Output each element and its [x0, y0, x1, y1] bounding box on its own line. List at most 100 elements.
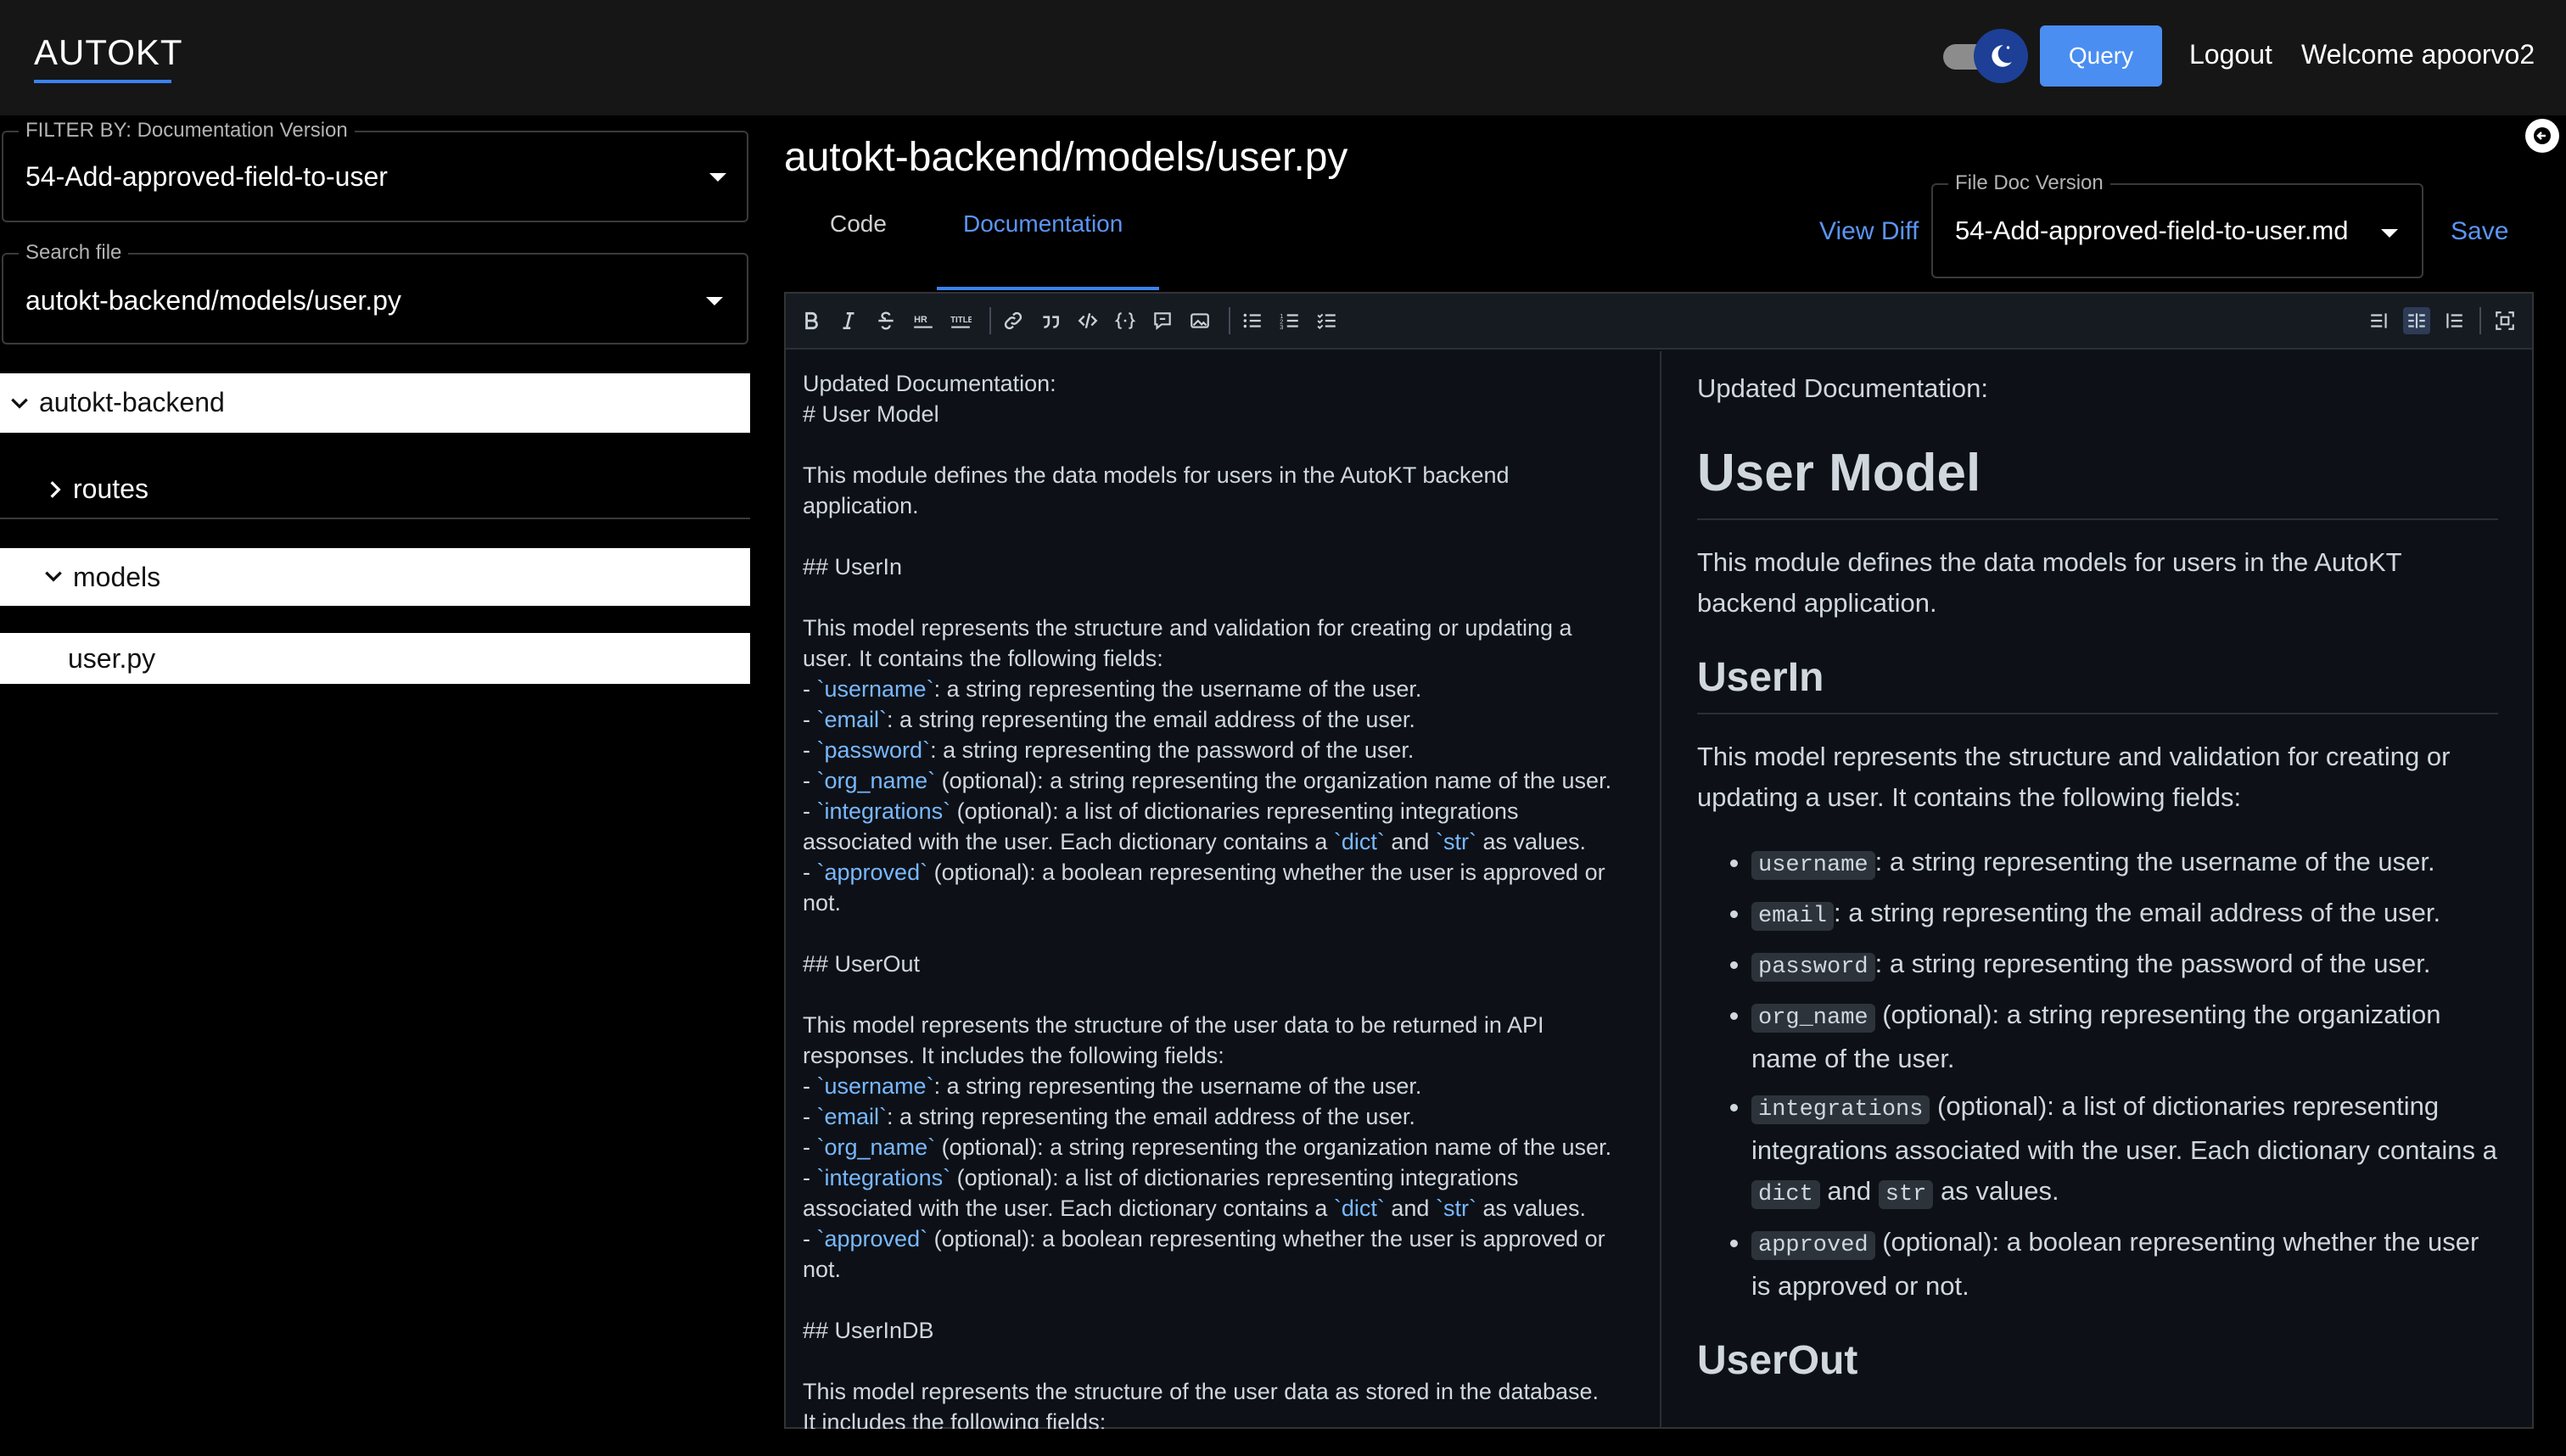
file-doc-version-label: File Doc Version — [1948, 171, 2110, 195]
source-line: # User Model — [803, 401, 939, 427]
tree-item-user-py[interactable]: user.py — [0, 633, 750, 684]
source-line: ## UserIn — [803, 554, 903, 580]
source-line: not. — [803, 1257, 842, 1282]
source-line: - `email`: a string representing the ema… — [803, 707, 1415, 732]
welcome-text: Welcome apoorvo2 — [2301, 39, 2535, 70]
search-file-select[interactable]: Search file autokt-backend/models/user.p… — [2, 241, 748, 344]
italic-icon[interactable] — [835, 307, 862, 334]
source-line: application. — [803, 493, 919, 518]
toolbar-divider — [2479, 307, 2481, 334]
source-line: responses. It includes the following fie… — [803, 1043, 1224, 1068]
source-line: - `integrations` (optional): a list of d… — [803, 798, 1519, 824]
active-tab-indicator — [937, 287, 1159, 290]
tree-label: models — [73, 562, 161, 592]
preview-paragraph: This module defines the data models for … — [1697, 547, 2402, 618]
markdown-editor: HR TITLE 123 Updated Documentation: # Us… — [784, 292, 2534, 1429]
ordered-list-icon[interactable]: 123 — [1276, 307, 1303, 334]
logout-link[interactable]: Logout — [2189, 39, 2272, 70]
source-line: associated with the user. Each dictionar… — [803, 829, 1587, 854]
list-item: email: a string representing the email a… — [1751, 893, 2498, 937]
code-icon[interactable] — [1074, 307, 1101, 334]
svg-text:TITLE: TITLE — [950, 316, 972, 325]
markdown-preview-pane: Updated Documentation: User Model This m… — [1663, 351, 2532, 1429]
documentation-version-value: 54-Add-approved-field-to-user — [25, 161, 388, 192]
view-diff-button[interactable]: View Diff — [1819, 217, 1919, 246]
source-line: - `org_name` (optional): a string repres… — [803, 1134, 1612, 1160]
source-line: ## UserInDB — [803, 1318, 934, 1343]
top-app-bar: AUTOKT Query Logout Welcome apoorvo2 — [0, 0, 2566, 115]
checklist-icon[interactable] — [1314, 307, 1341, 334]
caret-down-icon — [706, 297, 723, 305]
source-line: - `email`: a string representing the ema… — [803, 1104, 1415, 1129]
chevron-down-icon — [11, 398, 28, 409]
code-block-icon[interactable] — [1112, 307, 1139, 334]
unordered-list-icon[interactable] — [1239, 307, 1266, 334]
title-icon[interactable]: TITLE — [947, 307, 974, 334]
bold-icon[interactable] — [798, 307, 825, 334]
source-line: - `password`: a string representing the … — [803, 737, 1415, 763]
caret-down-icon — [709, 173, 726, 182]
source-line: ## UserOut — [803, 951, 921, 977]
source-line: - `approved` (optional): a boolean repre… — [803, 860, 1605, 885]
toolbar-divider — [989, 307, 991, 334]
tree-label: autokt-backend — [39, 387, 225, 417]
save-button[interactable]: Save — [2451, 217, 2508, 246]
list-item: org_name (optional): a string representi… — [1751, 994, 2498, 1079]
fullscreen-icon[interactable] — [2491, 307, 2518, 334]
source-line: - `username`: a string representing the … — [803, 1073, 1422, 1099]
live-preview-icon[interactable] — [2403, 307, 2430, 334]
search-file-label: Search file — [19, 241, 129, 265]
quote-icon[interactable] — [1037, 307, 1064, 334]
source-line: associated with the user. Each dictionar… — [803, 1196, 1587, 1221]
collapse-button[interactable] — [2525, 119, 2559, 153]
svg-text:3: 3 — [1280, 323, 1283, 331]
caret-down-icon — [2381, 229, 2398, 238]
markdown-source-pane[interactable]: Updated Documentation: # User Model This… — [786, 351, 1661, 1429]
source-line: - `approved` (optional): a boolean repre… — [803, 1226, 1605, 1252]
file-title: autokt-backend/models/user.py — [784, 135, 1348, 180]
source-line: - `org_name` (optional): a string repres… — [803, 768, 1612, 793]
link-icon[interactable] — [1000, 307, 1027, 334]
tree-item-autokt-backend[interactable]: autokt-backend — [0, 373, 750, 433]
chevron-right-icon — [50, 481, 61, 498]
edit-only-icon[interactable] — [2366, 307, 2393, 334]
source-line: Updated Documentation: — [803, 371, 1056, 396]
brand-logo[interactable]: AUTOKT — [34, 32, 183, 73]
preview-intro: Updated Documentation: — [1697, 373, 1988, 403]
comment-icon[interactable] — [1149, 307, 1176, 334]
search-file-value: autokt-backend/models/user.py — [25, 285, 401, 316]
documentation-version-label: FILTER BY: Documentation Version — [19, 119, 355, 143]
svg-text:HR: HR — [914, 315, 927, 325]
brand-underline — [34, 80, 171, 83]
tab-documentation[interactable]: Documentation — [963, 210, 1123, 238]
tree-item-models[interactable]: models — [0, 548, 750, 606]
image-icon[interactable] — [1186, 307, 1213, 334]
arrow-left-icon — [2534, 127, 2551, 144]
tab-code[interactable]: Code — [830, 210, 887, 238]
preview-field-list: username: a string representing the user… — [1697, 842, 2498, 1307]
preview-heading-user-model: User Model — [1697, 443, 2498, 520]
tree-label: routes — [73, 473, 148, 504]
query-button[interactable]: Query — [2040, 25, 2162, 87]
tree-item-routes[interactable]: routes — [0, 460, 750, 519]
theme-toggle[interactable] — [1943, 29, 2028, 83]
documentation-version-select[interactable]: FILTER BY: Documentation Version 54-Add-… — [2, 119, 748, 222]
moon-icon — [1992, 45, 2012, 67]
tree-label: user.py — [68, 643, 156, 674]
hr-icon[interactable]: HR — [910, 307, 937, 334]
editor-toolbar: HR TITLE 123 — [786, 294, 2532, 350]
list-item: approved (optional): a boolean represent… — [1751, 1222, 2498, 1307]
preview-only-icon[interactable] — [2440, 307, 2468, 334]
file-doc-version-value: 54-Add-approved-field-to-user.md — [1955, 216, 2349, 245]
list-item: username: a string representing the user… — [1751, 842, 2498, 886]
source-line: This model represents the structure of t… — [803, 1379, 1600, 1404]
file-doc-version-select[interactable]: File Doc Version 54-Add-approved-field-t… — [1931, 171, 2423, 278]
source-line: user. It contains the following fields: — [803, 646, 1163, 671]
source-line: - `integrations` (optional): a list of d… — [803, 1165, 1519, 1190]
tree-divider — [0, 518, 750, 519]
list-item: password: a string representing the pass… — [1751, 944, 2498, 988]
toggle-knob — [1974, 29, 2028, 83]
source-line: It includes the following fields: — [803, 1409, 1107, 1429]
strikethrough-icon[interactable] — [872, 307, 899, 334]
source-line: This module defines the data models for … — [803, 462, 1510, 488]
